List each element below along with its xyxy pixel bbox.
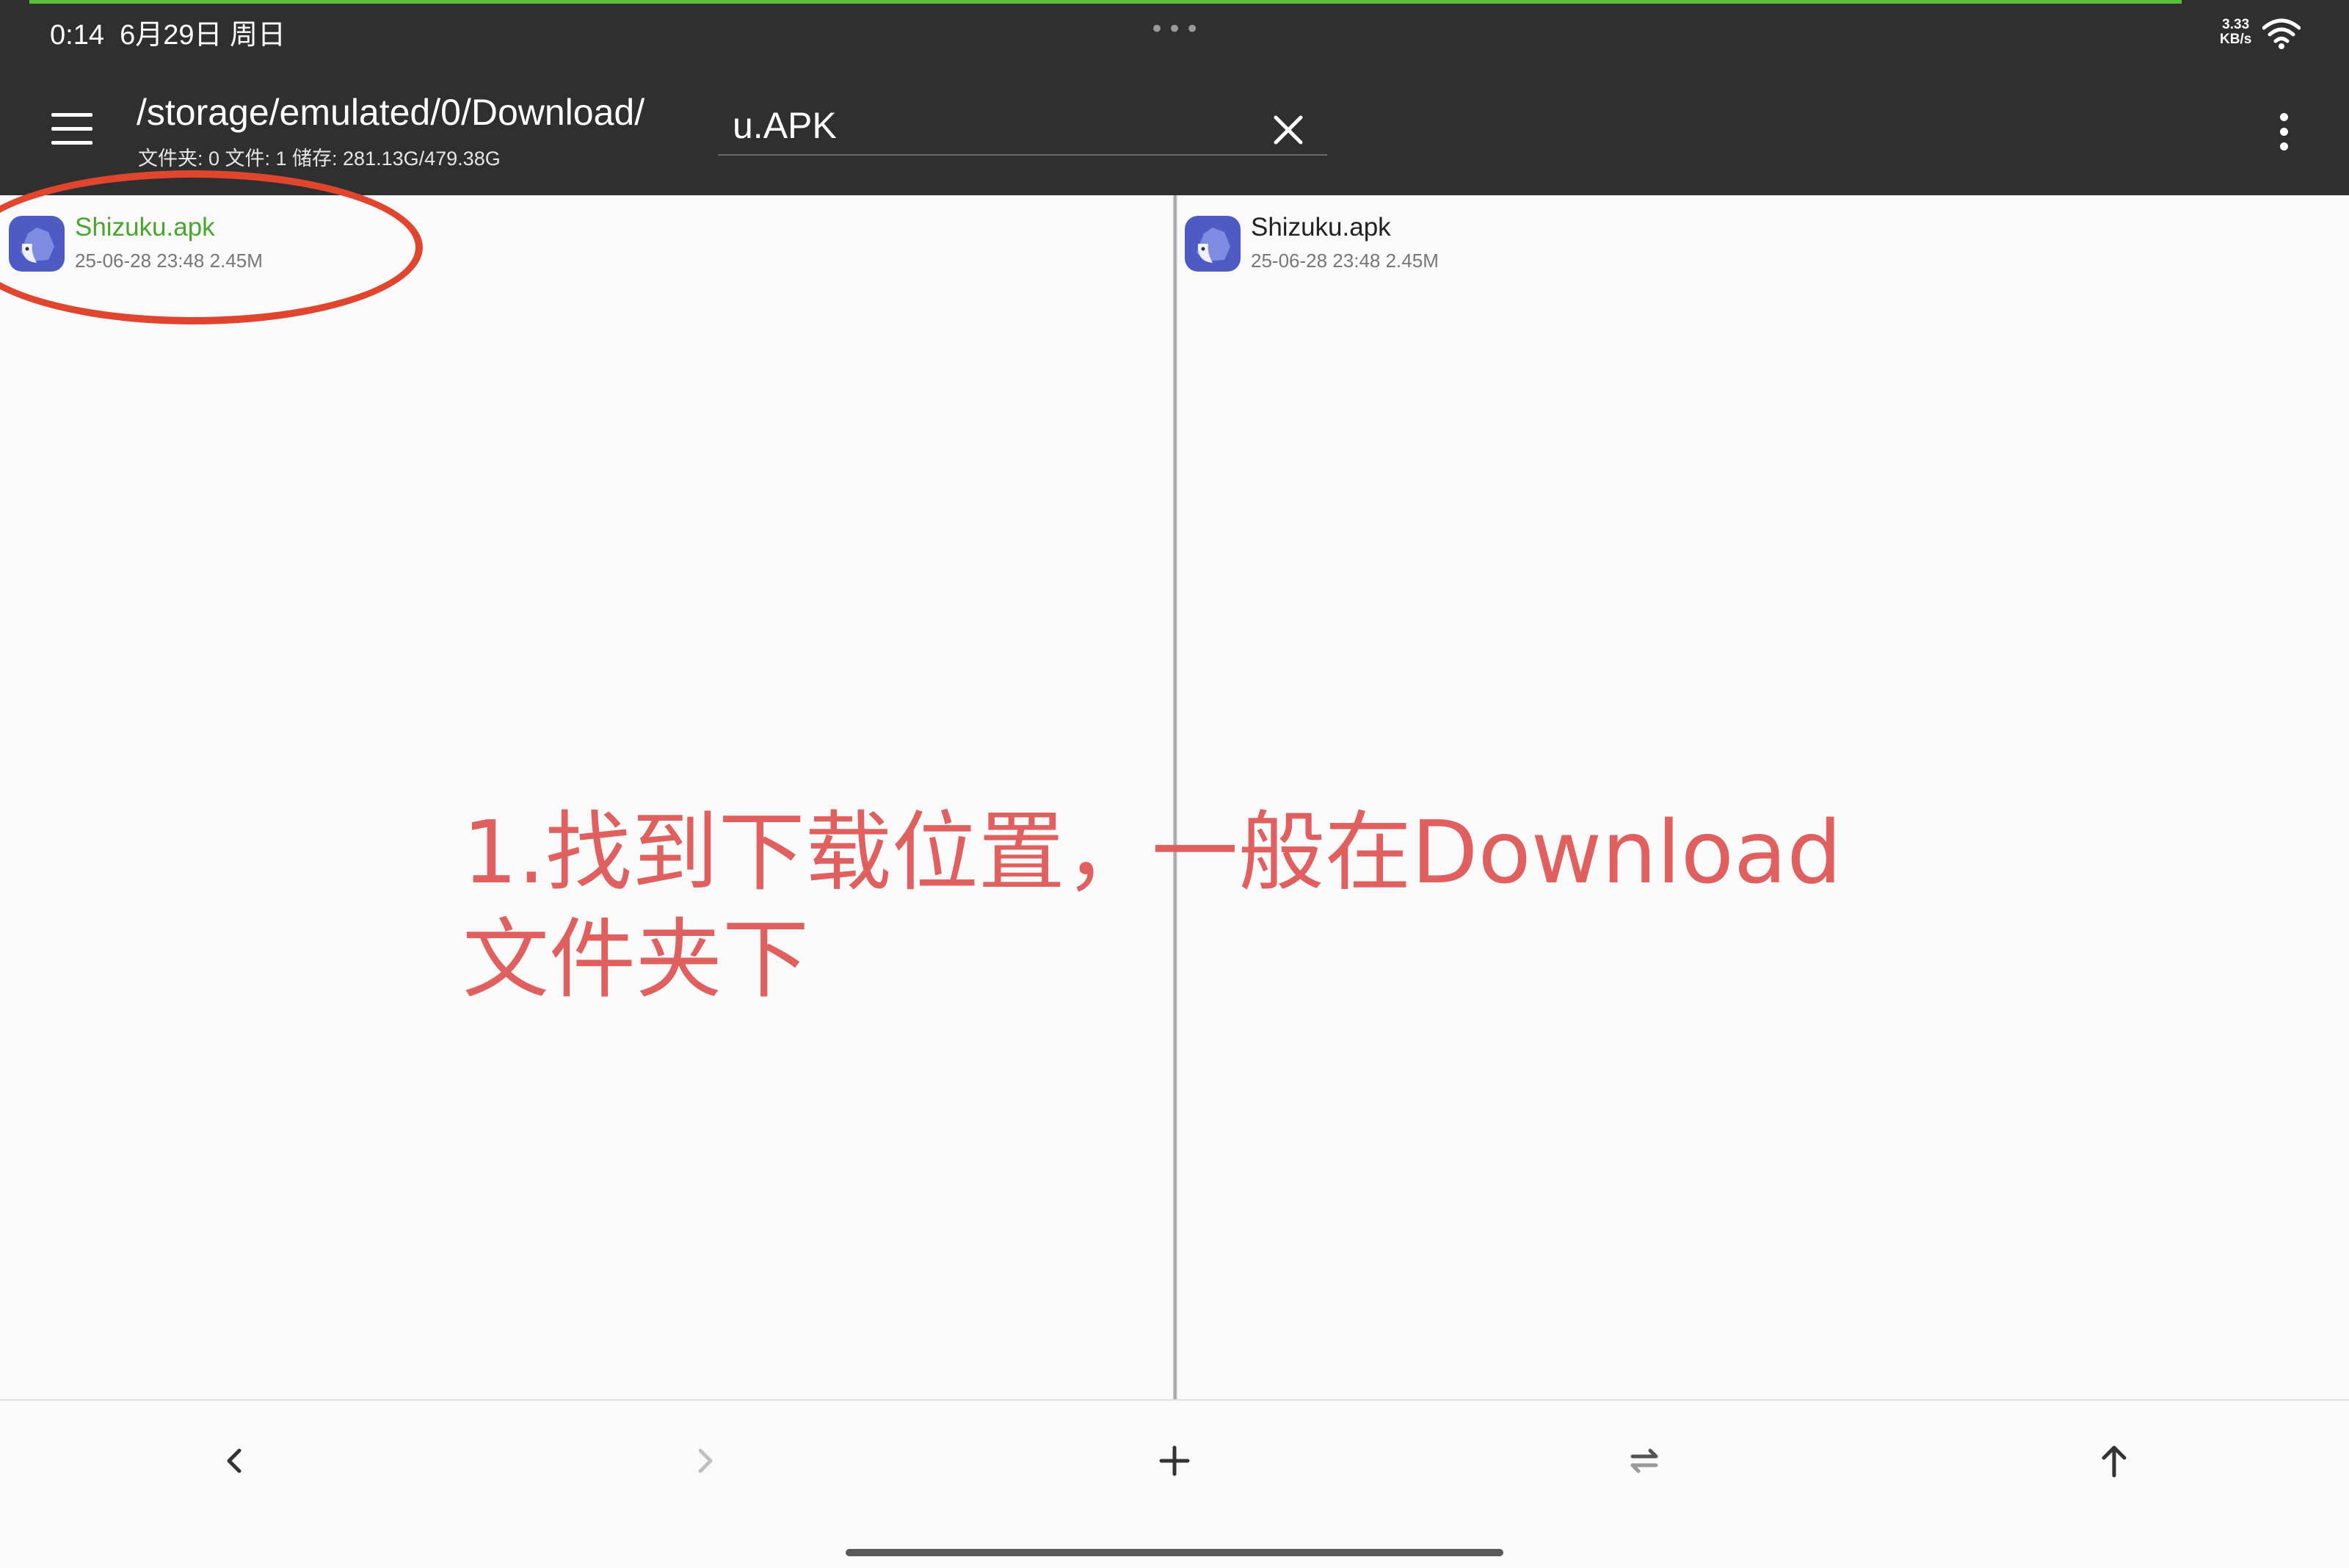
network-speed-unit: KB/s: [2220, 32, 2252, 47]
app-toolbar: /storage/emulated/0/Download/ 文件夹: 0 文件:…: [0, 68, 2349, 195]
network-speed-value: 3.33: [2222, 17, 2250, 32]
plus-icon[interactable]: [1145, 1431, 1204, 1490]
file-meta: 25-06-28 23:48 2.45M: [75, 250, 263, 272]
left-file-pane[interactable]: Shizuku.apk 25-06-28 23:48 2.45M: [0, 195, 1173, 1399]
multitask-dots[interactable]: •••: [1150, 15, 1202, 44]
swap-icon[interactable]: [1615, 1431, 1674, 1490]
file-name: Shizuku.apk: [75, 213, 215, 242]
chevron-left-icon[interactable]: [206, 1431, 264, 1490]
bottom-action-bar: [0, 1399, 2349, 1568]
file-item[interactable]: Shizuku.apk 25-06-28 23:48 2.45M: [7, 206, 418, 272]
progress-accent-line: [29, 0, 2182, 4]
home-indicator[interactable]: [846, 1549, 1503, 1556]
clock-time: 0:14: [50, 20, 104, 51]
clock-date: 6月29日 周日: [120, 20, 286, 51]
current-path[interactable]: /storage/emulated/0/Download/: [137, 91, 645, 134]
storage-info: 文件夹: 0 文件: 1 储存: 281.13G/479.38G: [138, 148, 501, 170]
shizuku-app-icon: [9, 216, 65, 272]
menu-icon[interactable]: [51, 113, 92, 145]
file-name: Shizuku.apk: [1251, 213, 1391, 242]
arrow-up-icon[interactable]: [2085, 1431, 2143, 1490]
more-vert-icon[interactable]: [2270, 113, 2299, 151]
file-item[interactable]: Shizuku.apk 25-06-28 23:48 2.45M: [1183, 206, 1594, 272]
status-time: 0:14 6月29日 周日: [50, 12, 286, 52]
wifi-icon: [2262, 18, 2301, 49]
file-meta: 25-06-28 23:48 2.45M: [1251, 250, 1439, 272]
right-file-pane[interactable]: Shizuku.apk 25-06-28 23:48 2.45M: [1177, 195, 2349, 1399]
close-icon[interactable]: [1270, 112, 1307, 148]
chevron-right-icon[interactable]: [675, 1431, 734, 1490]
network-speed: 3.33 KB/s: [2220, 18, 2251, 47]
shizuku-app-icon: [1185, 216, 1241, 272]
search-input[interactable]: [718, 97, 1327, 156]
annotation-text: 1.找到下载位置，一般在Download文件夹下: [462, 802, 1842, 1010]
status-bar: 0:14 6月29日 周日 ••• 3.33 KB/s: [0, 0, 2349, 68]
